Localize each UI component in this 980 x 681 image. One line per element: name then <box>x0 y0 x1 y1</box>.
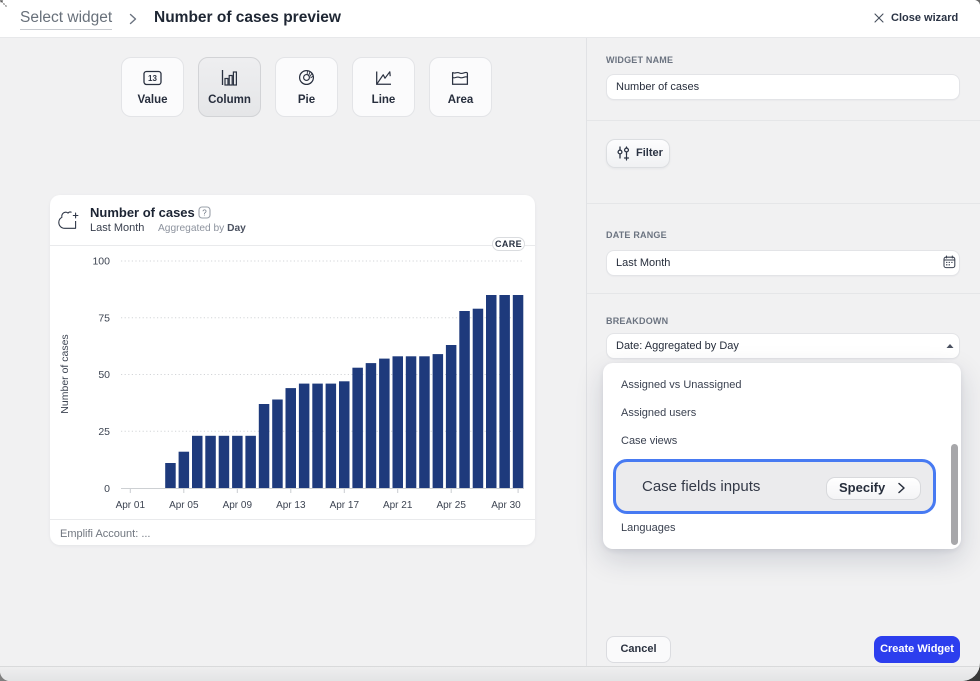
svg-text:100: 100 <box>92 256 110 268</box>
svg-text:Number of cases: Number of cases <box>59 334 71 413</box>
svg-text:75: 75 <box>98 312 110 324</box>
svg-text:Apr 01: Apr 01 <box>116 500 146 511</box>
svg-text:Apr 09: Apr 09 <box>223 500 253 511</box>
svg-text:13: 13 <box>148 74 157 83</box>
svg-text:Apr 25: Apr 25 <box>436 500 466 511</box>
svg-text:Apr 13: Apr 13 <box>276 500 306 511</box>
svg-text:25: 25 <box>98 426 110 438</box>
svg-text:Apr 21: Apr 21 <box>383 500 413 511</box>
svg-text:0: 0 <box>104 483 110 495</box>
svg-text:Apr 17: Apr 17 <box>330 500 360 511</box>
svg-text:Apr 05: Apr 05 <box>169 500 199 511</box>
svg-text:?: ? <box>202 208 207 217</box>
svg-text:Apr 30: Apr 30 <box>491 500 521 511</box>
svg-text:50: 50 <box>98 369 110 381</box>
